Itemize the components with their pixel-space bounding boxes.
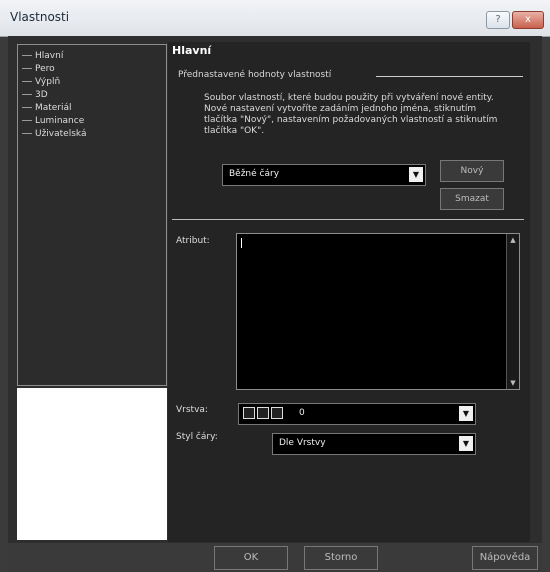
preview-area bbox=[17, 388, 167, 540]
layer-state-icons bbox=[243, 407, 295, 420]
tree-branch-icon bbox=[22, 55, 32, 56]
layer-label: Vrstva: bbox=[176, 405, 208, 415]
cancel-button[interactable]: Storno bbox=[304, 546, 378, 570]
tree-item-label: Výplň bbox=[35, 77, 61, 87]
tree-item-label: Luminance bbox=[35, 116, 85, 126]
chevron-down-icon[interactable]: ▼ bbox=[459, 406, 473, 421]
tree-branch-icon bbox=[22, 94, 32, 95]
tree-item-material[interactable]: Materiál bbox=[22, 103, 72, 115]
tree-item-label: Pero bbox=[35, 64, 55, 74]
layer-select[interactable]: 0 ▼ bbox=[238, 403, 476, 425]
text-caret bbox=[241, 238, 242, 248]
tree-item-pero[interactable]: Pero bbox=[22, 64, 55, 76]
tree-branch-icon bbox=[22, 68, 32, 69]
attribute-label: Atribut: bbox=[176, 236, 210, 246]
window-title: Vlastnosti bbox=[10, 10, 70, 24]
tree-item-uzivatelska[interactable]: Uživatelská bbox=[22, 129, 86, 141]
lock-icon bbox=[257, 407, 269, 419]
help-window-button[interactable]: ? bbox=[486, 11, 510, 29]
scroll-up-icon[interactable]: ▲ bbox=[509, 236, 517, 244]
help-icon: ? bbox=[495, 14, 501, 25]
tree-item-label: Uživatelská bbox=[35, 129, 87, 139]
tree-branch-icon bbox=[22, 107, 32, 108]
tree-item-luminance[interactable]: Luminance bbox=[22, 116, 84, 128]
group-divider bbox=[376, 76, 523, 77]
visibility-icon bbox=[243, 407, 255, 419]
tree-item-label: Materiál bbox=[35, 103, 72, 113]
title-bar: Vlastnosti ? x bbox=[0, 0, 550, 37]
tree-item-label: Hlavní bbox=[35, 51, 64, 61]
delete-preset-button[interactable]: Smazat bbox=[440, 188, 504, 210]
attribute-textarea[interactable]: ▲ ▼ bbox=[236, 233, 520, 390]
section-title: Hlavní bbox=[172, 44, 212, 57]
category-tree[interactable]: Hlavní Pero Výplň 3D Materiál Luminance … bbox=[17, 44, 167, 386]
tree-item-vypln[interactable]: Výplň bbox=[22, 77, 60, 89]
tree-item-label: 3D bbox=[35, 90, 48, 100]
chevron-down-icon[interactable]: ▼ bbox=[409, 167, 423, 182]
close-window-button[interactable]: x bbox=[512, 11, 544, 29]
tree-item-3d[interactable]: 3D bbox=[22, 90, 48, 102]
attribute-scrollbar[interactable]: ▲ ▼ bbox=[506, 234, 519, 389]
layer-select-value: 0 bbox=[299, 408, 305, 418]
help-button[interactable]: Nápověda bbox=[472, 546, 538, 570]
color-swatch-icon bbox=[271, 407, 283, 419]
tree-branch-icon bbox=[22, 120, 32, 121]
line-style-label: Styl čáry: bbox=[176, 432, 218, 442]
new-preset-button[interactable]: Nový bbox=[440, 160, 504, 182]
chevron-down-icon[interactable]: ▼ bbox=[459, 436, 473, 451]
tree-branch-icon bbox=[22, 81, 32, 82]
presets-description: Soubor vlastností, které budou použity p… bbox=[204, 93, 498, 136]
tree-item-hlavni[interactable]: Hlavní bbox=[22, 51, 63, 63]
section-divider bbox=[172, 219, 524, 220]
presets-group-header: Přednastavené hodnoty vlastností bbox=[178, 70, 332, 80]
close-icon: x bbox=[525, 14, 531, 25]
scroll-down-icon[interactable]: ▼ bbox=[509, 379, 517, 387]
tree-branch-icon bbox=[22, 133, 32, 134]
line-style-select-value: Dle Vrstvy bbox=[279, 438, 326, 448]
ok-button[interactable]: OK bbox=[214, 546, 288, 570]
preset-select[interactable]: Běžné čáry ▼ bbox=[222, 164, 426, 186]
line-style-select[interactable]: Dle Vrstvy ▼ bbox=[272, 433, 476, 455]
preset-select-value: Běžné čáry bbox=[229, 169, 280, 179]
